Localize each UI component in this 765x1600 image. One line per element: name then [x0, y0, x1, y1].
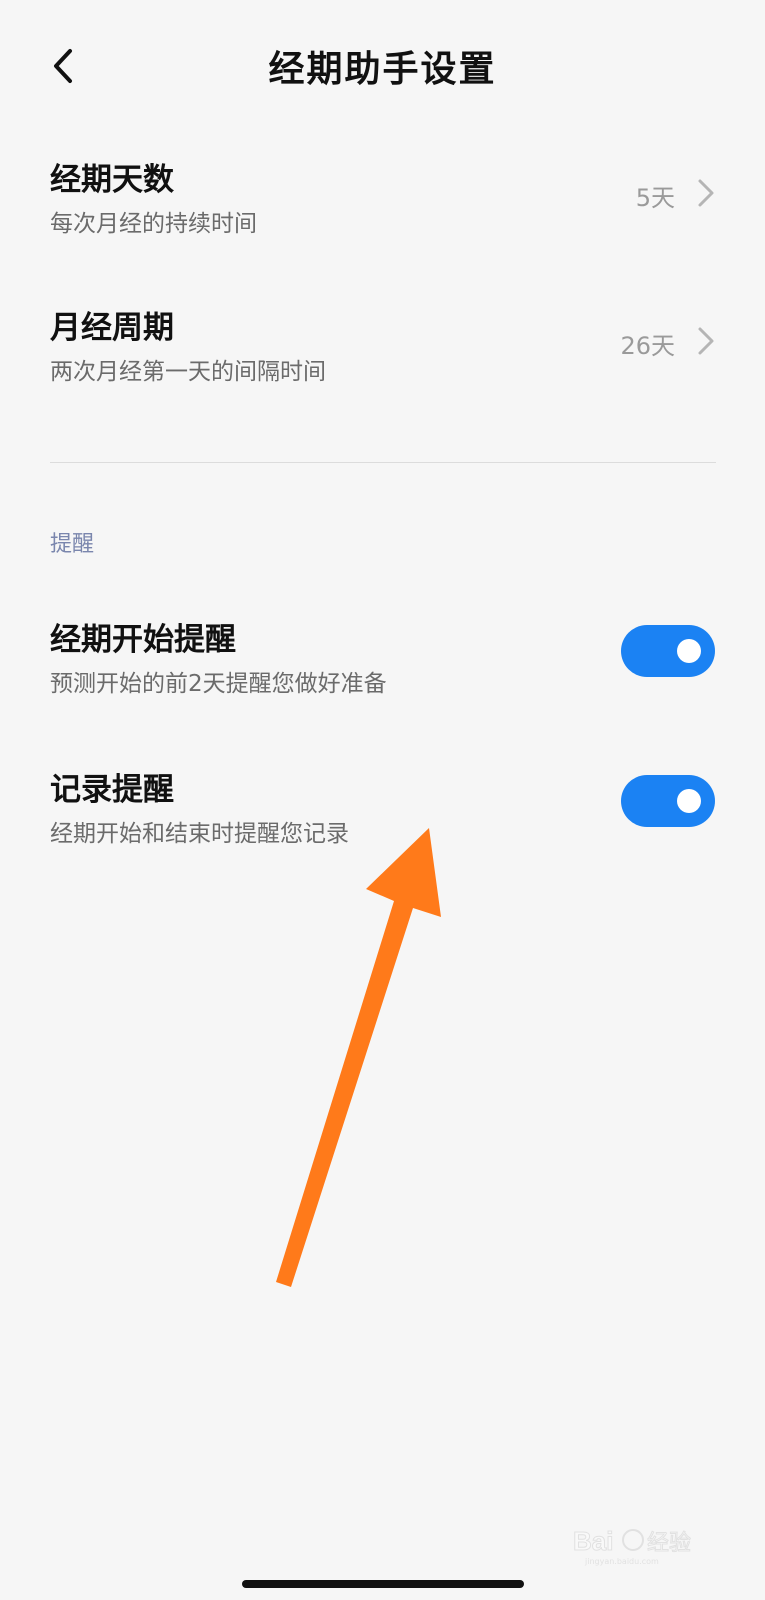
home-indicator [242, 1580, 524, 1588]
reminder-record: 记录提醒 经期开始和结束时提醒您记录 [0, 750, 765, 860]
reminder-title: 记录提醒 [50, 772, 174, 808]
divider [50, 462, 716, 463]
period-start-toggle[interactable] [621, 625, 715, 677]
setting-value: 26天 [620, 332, 675, 360]
setting-subtitle: 每次月经的持续时间 [50, 211, 257, 237]
section-header-reminders: 提醒 [50, 532, 95, 557]
setting-title: 经期天数 [50, 162, 174, 198]
setting-title: 月经周期 [50, 310, 174, 346]
chevron-right-icon [698, 179, 714, 207]
header: 经期助手设置 [0, 0, 765, 135]
baidu-jingyan-watermark: Bai 经验 jingyan.baidu.com [573, 1526, 692, 1567]
setting-period-days[interactable]: 经期天数 每次月经的持续时间 5天 [0, 140, 765, 260]
chevron-right-icon [698, 327, 714, 355]
toggle-knob [677, 639, 701, 663]
reminder-title: 经期开始提醒 [50, 622, 236, 658]
reminder-subtitle: 预测开始的前2天提醒您做好准备 [50, 671, 387, 697]
record-reminder-toggle[interactable] [621, 775, 715, 827]
setting-subtitle: 两次月经第一天的间隔时间 [50, 359, 326, 385]
setting-cycle-length[interactable]: 月经周期 两次月经第一天的间隔时间 26天 [0, 288, 765, 408]
svg-text:经验: 经验 [647, 1531, 691, 1556]
toggle-knob [677, 789, 701, 813]
page-title: 经期助手设置 [268, 49, 497, 90]
svg-text:jingyan.baidu.com: jingyan.baidu.com [584, 1557, 659, 1566]
reminder-period-start: 经期开始提醒 预测开始的前2天提醒您做好准备 [0, 600, 765, 710]
reminder-subtitle: 经期开始和结束时提醒您记录 [50, 821, 349, 847]
setting-value: 5天 [635, 184, 675, 212]
svg-text:Bai: Bai [573, 1526, 613, 1556]
